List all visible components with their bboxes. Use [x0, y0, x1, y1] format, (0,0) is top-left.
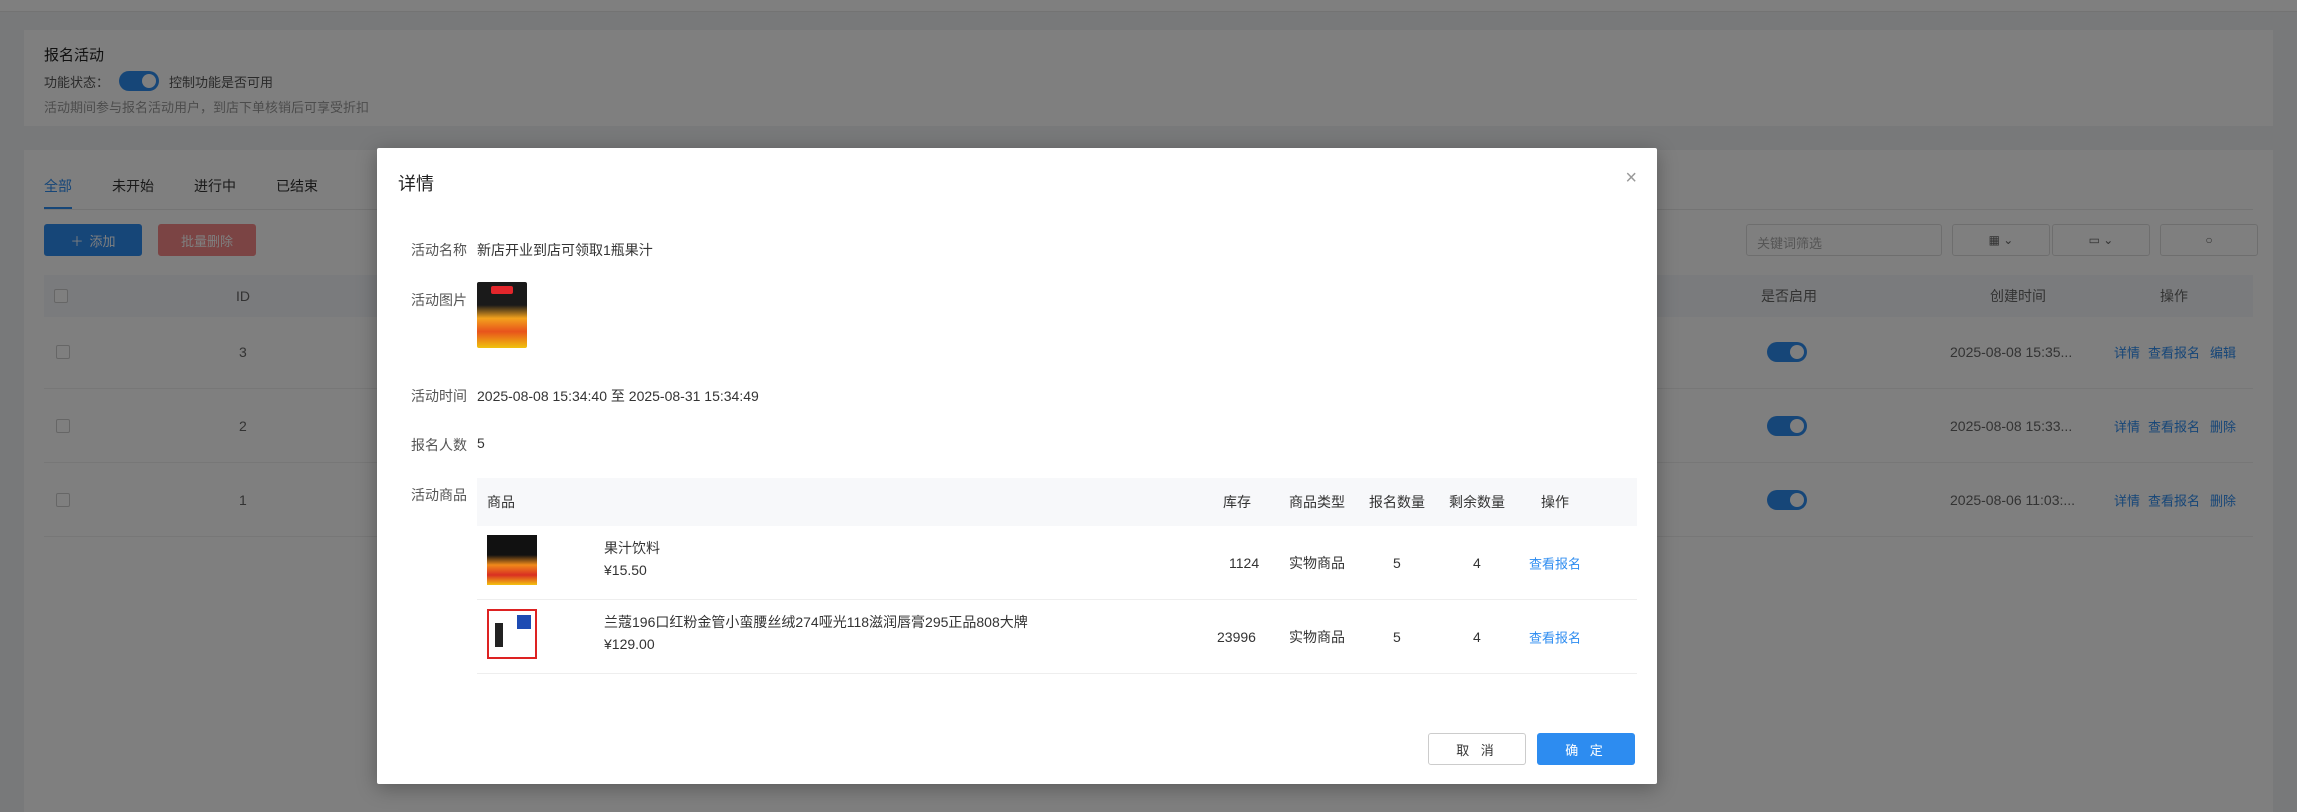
- product-name: 果汁饮料: [604, 540, 660, 556]
- modal-title: 详情: [398, 174, 434, 194]
- product-type: 实物商品: [1289, 628, 1345, 645]
- activity-name-value: 新店开业到店可领取1瓶果汁: [477, 242, 653, 258]
- product-image: [487, 535, 537, 585]
- activity-name-label: 活动名称: [411, 242, 467, 258]
- signup-count-label: 报名人数: [411, 437, 467, 453]
- signup-quantity: 5: [1393, 628, 1401, 645]
- goods-row: 果汁饮料 ¥15.50 1124 实物商品 5 4 查看报名: [477, 526, 1637, 600]
- signup-quantity: 5: [1393, 554, 1401, 571]
- product-type: 实物商品: [1289, 554, 1345, 571]
- confirm-button[interactable]: 确 定: [1537, 733, 1635, 765]
- close-icon[interactable]: ×: [1625, 168, 1637, 188]
- goods-table: 商品 库存 商品类型 报名数量 剩余数量 操作 果汁饮料 ¥15.50 1124…: [477, 478, 1637, 674]
- activity-image-label: 活动图片: [411, 292, 467, 308]
- remaining-quantity: 4: [1473, 628, 1481, 645]
- remaining-quantity: 4: [1473, 554, 1481, 571]
- activity-time-label: 活动时间: [411, 388, 467, 404]
- product-image: [487, 609, 537, 659]
- goods-table-header: 商品 库存 商品类型 报名数量 剩余数量 操作: [477, 478, 1637, 526]
- view-signup-link[interactable]: 查看报名: [1529, 553, 1581, 572]
- product-name: 兰蔻196口红粉金管小蛮腰丝绒274哑光118滋润唇膏295正品808大牌: [604, 614, 1028, 630]
- view-signup-link[interactable]: 查看报名: [1529, 627, 1581, 646]
- product-stock: 1124: [1229, 554, 1260, 571]
- cancel-button[interactable]: 取 消: [1428, 733, 1526, 765]
- goods-row: 兰蔻196口红粉金管小蛮腰丝绒274哑光118滋润唇膏295正品808大牌 ¥1…: [477, 600, 1637, 674]
- product-stock: 23996: [1217, 628, 1256, 645]
- product-price: ¥15.50: [604, 562, 647, 578]
- activity-image[interactable]: [477, 282, 527, 348]
- signup-count-value: 5: [477, 435, 485, 451]
- product-price: ¥129.00: [604, 636, 655, 652]
- detail-modal: 详情 × 活动名称 新店开业到店可领取1瓶果汁 活动图片 活动时间 2025-0…: [377, 148, 1657, 784]
- activity-time-value: 2025-08-08 15:34:40 至 2025-08-31 15:34:4…: [477, 388, 759, 404]
- activity-goods-label: 活动商品: [411, 487, 467, 503]
